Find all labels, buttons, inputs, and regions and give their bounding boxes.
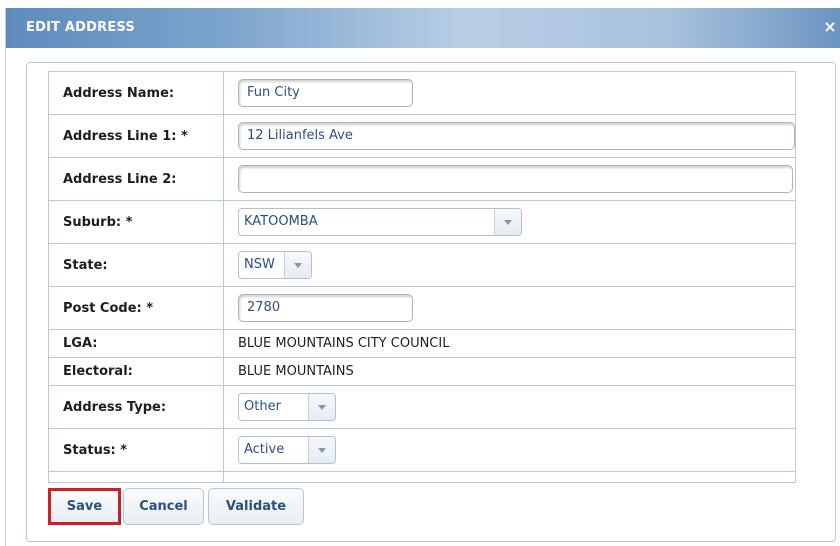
status-dropdown-button[interactable] [308, 437, 335, 463]
row-address-name: Address Name: Fun City [48, 71, 796, 115]
address-line2-label: Address Line 2: [48, 157, 224, 201]
suburb-select[interactable]: KATOOMBA [238, 208, 522, 236]
status-label: Status: * [48, 428, 224, 472]
dialog-title: EDIT ADDRESS [26, 20, 135, 35]
chevron-down-icon [294, 262, 302, 268]
row-state: State: NSW [48, 243, 796, 287]
post-code-label: Post Code: * [48, 286, 224, 330]
state-select-value: NSW [244, 257, 275, 272]
validate-button[interactable]: Validate [208, 488, 304, 525]
address-line1-input[interactable]: 12 Lilianfels Ave [238, 122, 795, 150]
lga-value: BLUE MOUNTAINS CITY COUNCIL [238, 336, 450, 351]
state-select[interactable]: NSW [238, 251, 312, 279]
edit-address-dialog: EDIT ADDRESS × Address Name: Fun City Ad… [5, 8, 840, 546]
address-line2-input[interactable] [238, 165, 793, 193]
chevron-down-icon [504, 219, 512, 225]
row-address-line2: Address Line 2: [48, 157, 796, 201]
electoral-label: Electoral: [48, 357, 224, 386]
status-select-value: Active [244, 442, 285, 457]
lga-label: LGA: [48, 329, 224, 358]
address-type-select[interactable]: Other [238, 393, 336, 421]
address-form-table: Address Name: Fun City Address Line 1: *… [48, 71, 796, 483]
row-lga: LGA: BLUE MOUNTAINS CITY COUNCIL [48, 329, 796, 358]
state-label: State: [48, 243, 224, 287]
state-dropdown-button[interactable] [284, 252, 311, 278]
address-name-label: Address Name: [48, 71, 224, 115]
dialog-titlebar[interactable]: EDIT ADDRESS × [6, 8, 840, 48]
address-line1-label: Address Line 1: * [48, 114, 224, 158]
dialog-body: Address Name: Fun City Address Line 1: *… [26, 62, 836, 542]
row-status: Status: * Active [48, 428, 796, 472]
electoral-value: BLUE MOUNTAINS [238, 364, 354, 379]
address-type-label: Address Type: [48, 385, 224, 429]
address-type-dropdown-button[interactable] [308, 394, 335, 420]
suburb-select-value: KATOOMBA [244, 214, 318, 229]
row-spacer [48, 471, 796, 483]
post-code-input[interactable]: 2780 [238, 294, 413, 322]
save-button[interactable]: Save [48, 488, 121, 525]
row-address-line1: Address Line 1: * 12 Lilianfels Ave [48, 114, 796, 158]
row-address-type: Address Type: Other [48, 385, 796, 429]
address-type-select-value: Other [244, 399, 281, 414]
suburb-label: Suburb: * [48, 200, 224, 244]
row-post-code: Post Code: * 2780 [48, 286, 796, 330]
status-select[interactable]: Active [238, 436, 336, 464]
row-suburb: Suburb: * KATOOMBA [48, 200, 796, 244]
row-electoral: Electoral: BLUE MOUNTAINS [48, 357, 796, 386]
address-name-input[interactable]: Fun City [238, 79, 413, 107]
suburb-dropdown-button[interactable] [494, 209, 521, 235]
chevron-down-icon [318, 404, 326, 410]
chevron-down-icon [318, 447, 326, 453]
cancel-button[interactable]: Cancel [123, 488, 204, 525]
close-icon[interactable]: × [821, 17, 839, 37]
